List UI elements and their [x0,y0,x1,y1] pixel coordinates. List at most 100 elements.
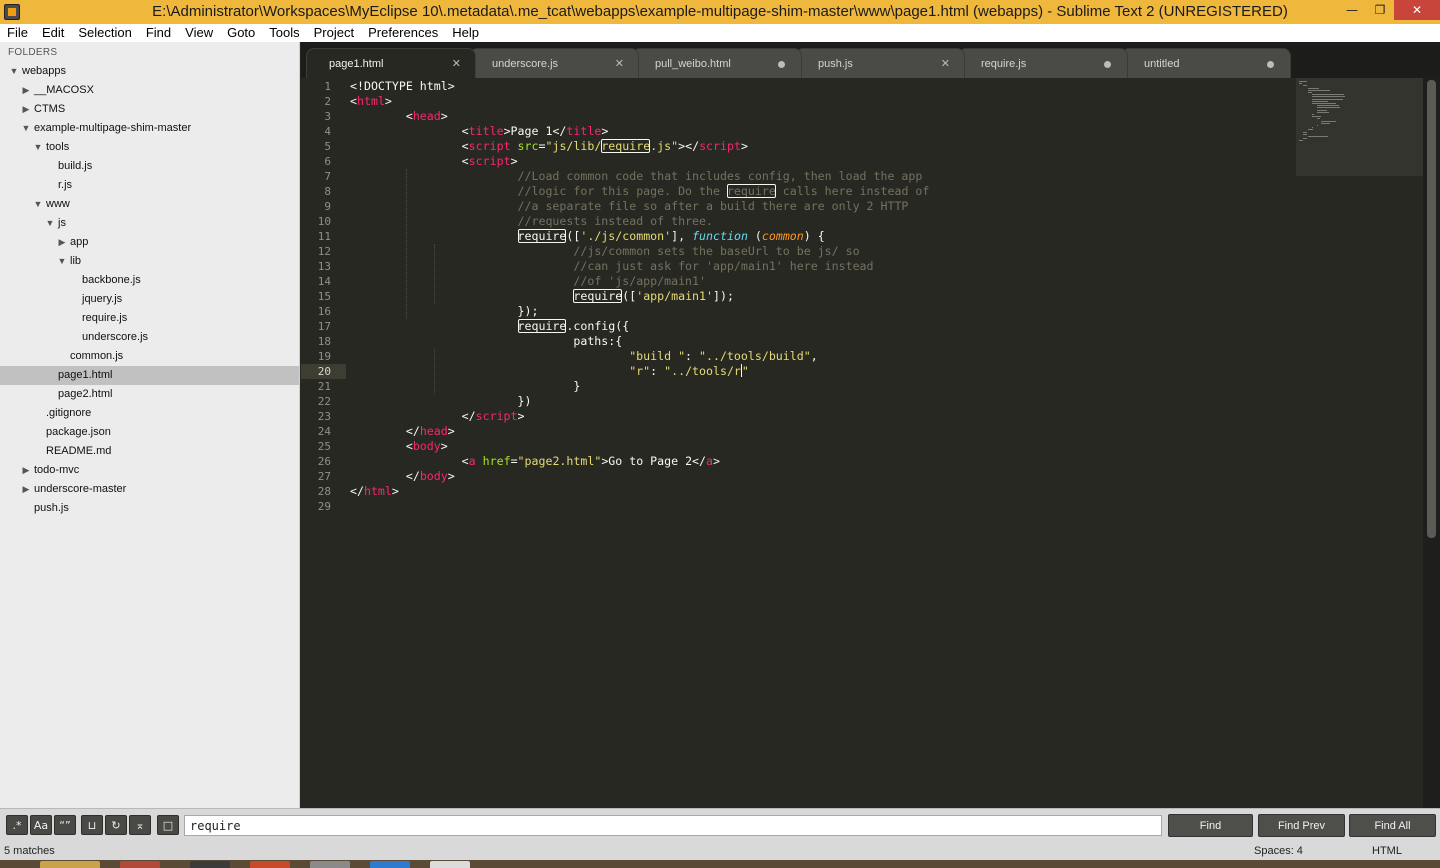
close-tab-icon[interactable]: ✕ [941,57,950,70]
taskbar-item[interactable] [190,861,230,868]
disclosure-expanded-icon[interactable]: ▼ [33,138,43,157]
sidebar-file[interactable]: jquery.js [0,290,299,309]
case-sensitive-toggle[interactable]: Aa [30,815,52,835]
code-text: </ [350,469,420,483]
minimap-line [1312,116,1321,118]
sidebar-folder[interactable]: ▼ lib [0,252,299,271]
menu-preferences[interactable]: Preferences [361,24,445,42]
minimap-line [1316,118,1321,120]
sidebar-item-label: CTMS [34,103,66,115]
tab-pull-weibo-html[interactable]: pull_weibo.html [632,48,802,78]
disclosure-collapsed-icon[interactable]: ▶ [21,100,31,119]
sidebar-folder[interactable]: ▶ CTMS [0,100,299,119]
sidebar-folder[interactable]: ▶ __MACOSX [0,81,299,100]
in-selection-toggle[interactable]: ⌅ [129,815,151,835]
disclosure-expanded-icon[interactable]: ▼ [21,119,31,138]
sidebar-folder[interactable]: ▼ www [0,195,299,214]
tab-untitled[interactable]: untitled [1121,48,1291,78]
sidebar-folder[interactable]: ▼ webapps [0,62,299,81]
sidebar-file[interactable]: package.json [0,423,299,442]
sidebar-file[interactable]: underscore.js [0,328,299,347]
disclosure-expanded-icon[interactable]: ▼ [45,214,55,233]
code-text: , [810,349,818,363]
disclosure-expanded-icon[interactable]: ▼ [33,195,43,214]
sidebar-folder[interactable]: ▼ tools [0,138,299,157]
find-all-button[interactable]: Find All [1349,814,1436,837]
taskbar-item[interactable] [120,861,160,868]
tab-page1-html[interactable]: page1.html ✕ [306,48,476,78]
menu-tools[interactable]: Tools [262,24,306,42]
sidebar-folder[interactable]: ▼ js [0,214,299,233]
sidebar-folder[interactable]: ▼ example-multipage-shim-master [0,119,299,138]
sidebar-file[interactable]: page2.html [0,385,299,404]
find-input[interactable] [184,815,1162,836]
sidebar-file[interactable]: page1.html [0,366,299,385]
sidebar-file[interactable]: .gitignore [0,404,299,423]
close-tab-icon[interactable]: ✕ [615,57,624,70]
code-line: }); [350,304,929,319]
string-literal: 'app/main1' [636,289,713,303]
find-button[interactable]: Find [1168,814,1253,837]
code-content[interactable]: <!DOCTYPE html> <html> <head> <title>Page… [350,79,929,514]
regex-toggle[interactable]: .* [6,815,28,835]
menu-selection[interactable]: Selection [71,24,138,42]
taskbar-item[interactable] [310,861,350,868]
code-text: > [391,484,399,498]
sidebar-folder[interactable]: ▶ app [0,233,299,252]
tab-require-js[interactable]: require.js [958,48,1128,78]
taskbar-item[interactable] [370,861,410,868]
menu-file[interactable]: File [0,24,35,42]
disclosure-collapsed-icon[interactable]: ▶ [57,233,67,252]
sidebar-file[interactable]: r.js [0,176,299,195]
highlight-matches-toggle[interactable]: □ [157,815,179,835]
sidebar-file[interactable]: backbone.js [0,271,299,290]
sidebar-file[interactable]: build.js [0,157,299,176]
menu-find[interactable]: Find [139,24,178,42]
line-number: 25 [317,440,331,453]
find-prev-button[interactable]: Find Prev [1258,814,1345,837]
menu-goto[interactable]: Goto [220,24,262,42]
tab-push-js[interactable]: push.js ✕ [795,48,965,78]
sidebar-item-label: lib [70,255,82,267]
taskbar-item[interactable] [40,861,100,868]
disclosure-expanded-icon[interactable]: ▼ [9,62,19,81]
menu-project[interactable]: Project [307,24,361,42]
sidebar-folder[interactable]: ▶ underscore-master [0,480,299,499]
menu-view[interactable]: View [178,24,220,42]
indentation-setting[interactable]: Spaces: 4 [1254,845,1303,857]
disclosure-collapsed-icon[interactable]: ▶ [21,81,31,100]
reverse-direction-toggle[interactable]: ⊔ [81,815,103,835]
tag-name: body [412,439,441,453]
window-controls: — ❐ ✕ [1338,0,1440,20]
tab-underscore-js[interactable]: underscore.js ✕ [469,48,639,78]
taskbar-item[interactable] [430,861,470,868]
tab-label: require.js [981,58,1027,70]
scrollbar-thumb[interactable] [1427,80,1436,538]
taskbar-item[interactable] [250,861,290,868]
close-window-button[interactable]: ✕ [1394,0,1440,20]
minimize-button[interactable]: — [1338,0,1366,20]
code-editor[interactable]: 1 2 3 4 5 6 7 8 9 10 11 12 13 14 15 16 17 18 19 20 21 22 23 24 2… [301,78,1423,808]
unsaved-dot-icon[interactable] [1267,61,1274,68]
sidebar-file[interactable]: require.js [0,309,299,328]
menu-help[interactable]: Help [445,24,486,42]
wrap-toggle[interactable]: ↻ [105,815,127,835]
sidebar-folder[interactable]: ▶ todo-mvc [0,461,299,480]
disclosure-expanded-icon[interactable]: ▼ [57,252,67,271]
unsaved-dot-icon[interactable] [778,61,785,68]
menu-edit[interactable]: Edit [35,24,71,42]
menu-bar: File Edit Selection Find View Goto Tools Projec… [0,24,1440,42]
sidebar-file[interactable]: README.md [0,442,299,461]
unsaved-dot-icon[interactable] [1104,61,1111,68]
whole-word-toggle[interactable]: “” [54,815,76,835]
close-tab-icon[interactable]: ✕ [452,57,461,70]
restore-button[interactable]: ❐ [1366,0,1394,20]
code-text: >Go to Page 2</ [601,454,707,468]
disclosure-collapsed-icon[interactable]: ▶ [21,461,31,480]
minimap[interactable] [1296,78,1423,176]
disclosure-collapsed-icon[interactable]: ▶ [21,480,31,499]
syntax-mode[interactable]: HTML [1372,845,1402,857]
sidebar-file[interactable]: push.js [0,499,299,518]
vertical-scrollbar[interactable] [1423,78,1440,808]
sidebar-file[interactable]: common.js [0,347,299,366]
